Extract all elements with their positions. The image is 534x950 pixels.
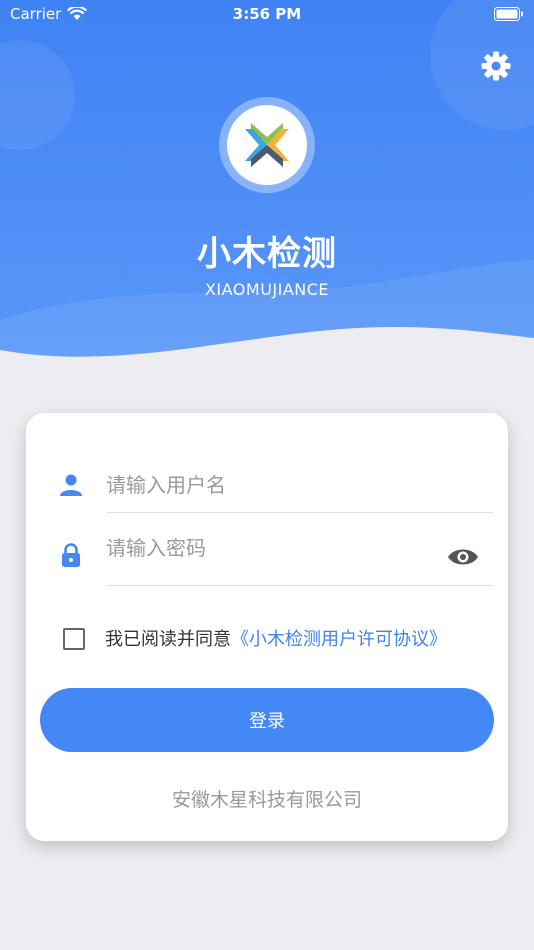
password-divider — [106, 585, 494, 586]
app-subtitle: XIAOMUJIANCE — [204, 280, 330, 299]
gear-icon[interactable] — [480, 50, 512, 82]
app-title: 小木检测 — [197, 234, 337, 274]
logo-mark-icon — [245, 123, 289, 167]
status-bar: Carrier 3:56 PM — [0, 0, 534, 30]
eye-icon[interactable] — [447, 545, 479, 569]
company-name: 安徽木星科技有限公司 — [171, 789, 362, 811]
agreement-prefix: 我已阅读并同意 — [105, 629, 231, 650]
app-logo-inner — [227, 105, 307, 185]
username-divider — [106, 512, 494, 513]
battery-icon — [494, 7, 523, 21]
header-banner: Carrier 3:56 PM 小木检测 XIAOMUJIANCE — [0, 0, 534, 372]
agreement-checkbox[interactable] — [63, 628, 85, 650]
app-logo — [219, 97, 315, 193]
status-time: 3:56 PM — [232, 5, 302, 23]
agreement-text: 我已阅读并同意《小木检测用户许可协议》 — [105, 625, 447, 651]
login-card: 我已阅读并同意《小木检测用户许可协议》 登录 安徽木星科技有限公司 — [26, 413, 508, 841]
login-button[interactable]: 登录 — [40, 688, 494, 752]
username-input[interactable] — [106, 467, 496, 503]
user-icon — [60, 474, 82, 496]
lock-icon — [62, 543, 80, 567]
agreement-link[interactable]: 《小木检测用户许可协议》 — [231, 629, 447, 650]
password-input[interactable] — [106, 530, 436, 566]
